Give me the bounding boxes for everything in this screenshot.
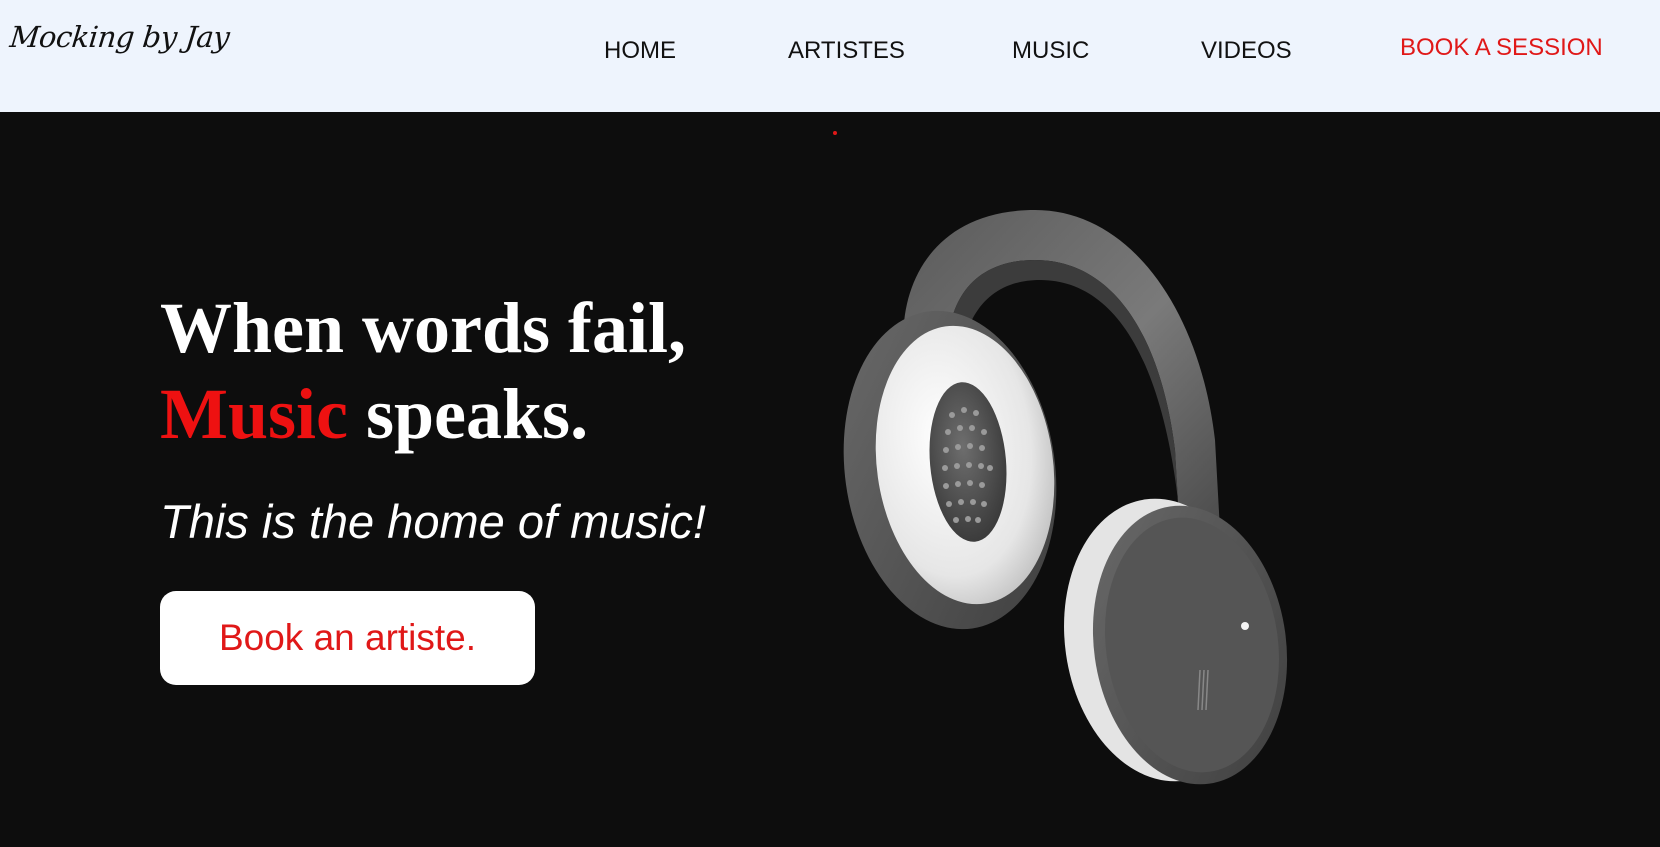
book-a-session-link[interactable]: BOOK A SESSION [1400,34,1603,62]
active-indicator-dot [833,131,837,135]
top-nav-bar: Mocking by Jay HOME ARTISTES MUSIC VIDEO… [0,0,1660,112]
hero-headline-rest: speaks. [347,374,589,454]
nav-link-music[interactable]: MUSIC [1012,37,1089,65]
hero-headline-line1: When words fail, [160,288,687,368]
nav-link-videos[interactable]: VIDEOS [1201,37,1292,65]
hero-headline-accent: Music [160,374,348,454]
hero-headline-line2: Music speaks. [160,378,588,450]
hero-subtitle: This is the home of music! [160,495,706,548]
headphones-image [843,210,1288,785]
right-cup-button [1241,622,1249,630]
nav-link-home[interactable]: HOME [604,37,676,65]
book-artiste-button[interactable]: Book an artiste. [160,591,535,685]
nav-link-artistes[interactable]: ARTISTES [788,37,905,65]
site-logo[interactable]: Mocking by Jay [8,20,231,54]
